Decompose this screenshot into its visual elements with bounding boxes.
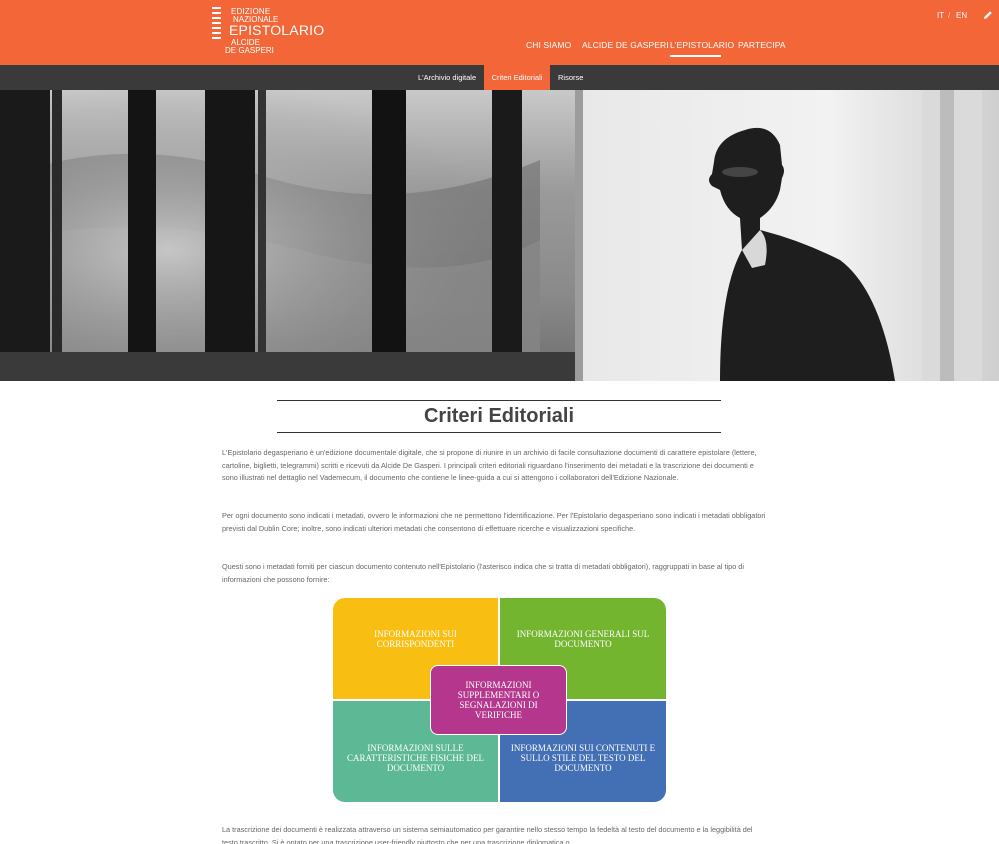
diagram-label: INFORMAZIONI SUPPLEMENTARI O SEGNALAZION…	[457, 680, 540, 720]
diagram-label: INFORMAZIONI SUI CONTENUTI E SULLO STILE…	[510, 742, 656, 773]
transcription-paragraph: La trascrizione dei documenti è realizza…	[222, 825, 753, 844]
nav-epistolario[interactable]: L'EPISTOLARIO	[670, 40, 734, 50]
diagram-label: INFORMAZIONI SUI CORRISPONDENTI	[374, 628, 457, 649]
logo-mark-icon	[212, 5, 221, 41]
diagram-label: INFORMAZIONI GENERALI SUL DOCUMENTO	[516, 628, 650, 649]
nav-partecipa[interactable]: PARTECIPA	[738, 40, 786, 50]
subnav-criteri-editoriali[interactable]: Criteri Editoriali	[484, 65, 550, 90]
logo-line: DE GASPERI	[225, 46, 274, 55]
lang-en-link[interactable]: EN	[956, 11, 967, 20]
nav-alcide-de-gasperi[interactable]: ALCIDE DE GASPERI	[582, 40, 669, 50]
hero-photo	[0, 90, 999, 381]
lang-it-link[interactable]: IT	[937, 11, 944, 20]
lang-separator: /	[948, 11, 951, 20]
active-nav-underline	[670, 55, 721, 57]
subnav-risorse[interactable]: Risorse	[552, 65, 589, 90]
logo-line: EPISTOLARIO	[229, 22, 325, 38]
diagram-label: INFORMAZIONI SULLE CARATTERISTICHE FISIC…	[347, 742, 484, 773]
top-header: EDIZIONE NAZIONALE EPISTOLARIO ALCIDE DE…	[0, 0, 999, 65]
site-logo[interactable]: EDIZIONE NAZIONALE EPISTOLARIO ALCIDE DE…	[212, 5, 324, 60]
pencil-icon[interactable]	[983, 10, 993, 20]
metadata-diagram: INFORMAZIONI SUI CORRISPONDENTI INFORMAZ…	[333, 598, 666, 802]
intro-paragraph: L'Epistolario degasperiano è un'edizione…	[222, 448, 757, 483]
page-title: Criteri Editoriali	[423, 405, 575, 427]
subnav-archivio-digitale[interactable]: L'Archivio digitale	[412, 65, 482, 90]
metadata-list-intro: Questi sono i metadati forniti per ciasc…	[222, 562, 744, 584]
sub-navigation: L'Archivio digitale Criteri Editoriali R…	[0, 65, 999, 90]
metadata-paragraph: Per ogni documento sono indicati i metad…	[222, 511, 766, 533]
diagram-supplementary-box: INFORMAZIONI SUPPLEMENTARI O SEGNALAZION…	[430, 665, 567, 735]
page-title-box: Criteri Editoriali	[277, 400, 721, 433]
nav-chi-siamo[interactable]: CHI SIAMO	[526, 40, 571, 50]
